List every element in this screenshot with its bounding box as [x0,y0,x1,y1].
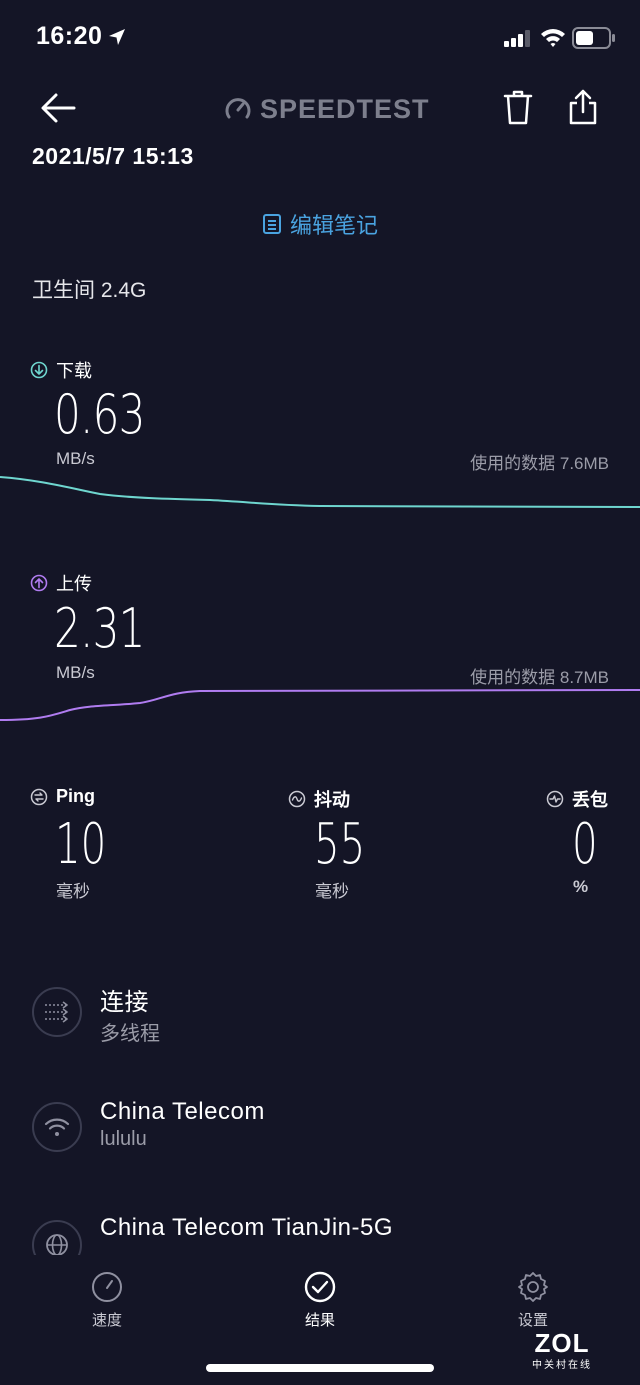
ping-header: Ping [30,786,95,807]
packet-loss-label: 丢包 [572,790,608,810]
tab-speed-label: 速度 [91,1312,122,1329]
download-arrow-icon [30,361,48,379]
download-graph [0,476,640,508]
connection-icon-circle [32,987,82,1037]
home-indicator[interactable] [206,1364,434,1372]
upload-graph [0,689,640,721]
packet-loss-value: 0 [572,812,598,877]
tab-results[interactable]: 结果 [293,1270,347,1330]
packet-loss-icon [546,790,564,808]
network-label: 卫生间 2.4G [32,279,147,302]
result-datetime: 2021/5/7 15:13 [32,143,194,169]
jitter-label: 抖动 [314,790,350,810]
isp-icon-circle [32,1102,82,1152]
connection-subtitle: 多线程 [100,1023,160,1045]
trash-icon[interactable] [502,88,534,126]
gear-icon [518,1272,548,1302]
location-arrow-icon [109,29,125,45]
watermark-tagline: 中关村在线 [532,1360,592,1371]
connection-title: 连接 [100,989,149,1016]
tab-results-label: 结果 [304,1312,335,1329]
download-unit: MB/s [56,449,95,468]
ping-unit: 毫秒 [56,882,90,901]
tab-settings[interactable]: 设置 [506,1270,560,1330]
jitter-unit: 毫秒 [315,882,349,901]
wifi-status-icon [541,29,565,47]
multi-connection-icon [45,1001,68,1023]
download-header: 下载 [30,357,92,383]
speedometer-icon [92,1272,122,1302]
jitter-header: 抖动 [288,786,350,812]
edit-note-label: 编辑笔记 [290,213,379,238]
speedtest-gauge-icon [225,98,251,119]
back-arrow-icon[interactable] [38,90,78,126]
jitter-icon [288,790,306,808]
cellular-signal-icon [504,30,530,47]
edit-note-button[interactable]: 编辑笔记 [262,208,378,240]
tab-speed[interactable]: 速度 [80,1270,134,1330]
watermark-brand: ZOL [534,1328,590,1358]
speedtest-logo: SPEEDTEST [224,92,430,126]
battery-icon [572,27,615,49]
wifi-icon [44,1118,70,1136]
isp-title: China Telecom [100,1098,265,1125]
upload-header: 上传 [30,570,92,596]
isp-subtitle: lululu [100,1128,147,1150]
ping-value: 10 [55,812,107,877]
upload-arrow-icon [30,574,48,592]
zol-watermark: ZOL 中关村在线 [522,1330,602,1371]
upload-value: 2.31 [54,597,145,660]
tab-settings-label: 设置 [517,1312,548,1329]
packet-loss-header: 丢包 [546,786,608,812]
ping-label: Ping [56,786,95,806]
status-time: 16:20 [36,22,103,50]
check-circle-icon [304,1271,336,1303]
brand-name: SPEEDTEST [260,93,430,124]
server-title: China Telecom TianJin-5G [100,1214,394,1241]
jitter-value: 55 [314,812,366,877]
upload-label: 上传 [56,574,92,594]
packet-loss-unit: % [573,877,589,896]
ping-icon [30,788,48,805]
download-value: 0.63 [54,383,145,446]
download-label: 下载 [56,361,92,381]
share-icon[interactable] [566,88,600,126]
note-icon [263,214,281,234]
